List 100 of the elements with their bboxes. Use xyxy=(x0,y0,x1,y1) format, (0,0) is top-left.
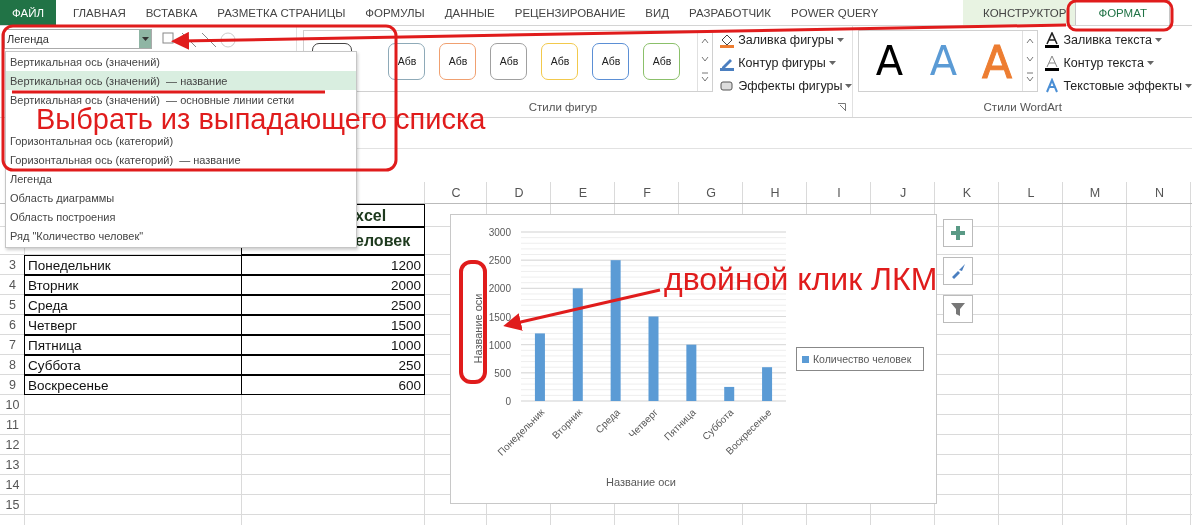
group-label: Стили WordArt xyxy=(982,101,1063,113)
row-number[interactable]: 13 xyxy=(0,455,25,474)
row-number[interactable]: 6 xyxy=(0,315,25,334)
ribbon-tab[interactable]: РАЗРАБОТЧИК xyxy=(680,0,781,25)
table-cell: 1000 xyxy=(241,335,425,355)
ribbon-tab[interactable]: КОНСТРУКТОР xyxy=(963,0,1076,25)
row-number[interactable]: 3 xyxy=(0,255,25,274)
axis-title[interactable]: Название оси xyxy=(606,476,676,488)
axis-tick-label: 0 xyxy=(505,396,511,407)
axis-tick-label: 1500 xyxy=(488,311,511,323)
shape-format-command[interactable]: Заливка фигуры xyxy=(719,31,853,49)
column-header[interactable]: M xyxy=(1063,182,1127,203)
ribbon-tab[interactable]: POWER QUERY xyxy=(782,0,888,25)
caret-icon xyxy=(836,38,844,42)
shape-format-command[interactable]: Эффекты фигуры xyxy=(719,77,853,95)
column-header[interactable]: D xyxy=(487,182,551,203)
caret-icon xyxy=(828,61,836,65)
text-format-command[interactable]: Заливка текста xyxy=(1044,31,1192,49)
ribbon-tab[interactable]: ФАЙЛ xyxy=(0,0,56,25)
bar[interactable] xyxy=(686,344,697,401)
row-number[interactable]: 11 xyxy=(0,415,25,434)
dialog-launcher-icon[interactable] xyxy=(838,103,847,111)
table-cell: Понедельник xyxy=(24,255,242,275)
column-header[interactable]: C xyxy=(425,182,487,203)
chart-styles-button[interactable] xyxy=(943,257,973,285)
caret-icon xyxy=(845,84,853,88)
axis-tick-label: 3000 xyxy=(488,227,511,238)
table-cell: 1200 xyxy=(241,255,425,275)
column-header[interactable]: H xyxy=(743,182,807,203)
shape-format-command[interactable]: Контур фигуры xyxy=(719,54,853,72)
table-cell: 1500 xyxy=(241,315,425,335)
dropdown-item[interactable]: Легенда xyxy=(6,169,356,188)
add-element-button[interactable] xyxy=(943,219,973,247)
column-header[interactable]: N xyxy=(1127,182,1192,203)
row-number[interactable]: 5 xyxy=(0,295,25,314)
shape-style-preset[interactable]: Абв xyxy=(439,42,477,80)
table-cell: Среда xyxy=(24,295,242,315)
axis-tick-label: 2500 xyxy=(488,255,511,267)
shapes-icon[interactable] xyxy=(162,30,238,50)
row-number[interactable]: 7 xyxy=(0,335,25,354)
table-cell: Суббота xyxy=(24,355,242,375)
wordart-preset[interactable]: A xyxy=(865,38,914,84)
dropdown-item[interactable]: Вертикальная ось (значений) — название xyxy=(6,71,356,90)
text-format-command[interactable]: Текстовые эффекты xyxy=(1044,77,1192,95)
column-header[interactable]: E xyxy=(551,182,615,203)
row-number[interactable]: 10 xyxy=(0,395,25,414)
row-number[interactable]: 9 xyxy=(0,375,25,394)
table-cell: 250 xyxy=(241,355,425,375)
axis-tick-label: 2000 xyxy=(488,283,511,295)
chart-filter-button[interactable] xyxy=(943,295,973,323)
row-number[interactable]: 14 xyxy=(0,475,25,494)
bar[interactable] xyxy=(762,367,773,401)
table-cell: Пятница xyxy=(24,335,242,355)
axis-title[interactable]: Название оси xyxy=(472,293,484,364)
axis-tick-label: 1000 xyxy=(488,339,511,351)
ribbon-tab[interactable]: РАЗМЕТКА СТРАНИЦЫ xyxy=(208,0,355,25)
row-number[interactable]: 4 xyxy=(0,275,25,294)
column-header[interactable]: I xyxy=(807,182,871,203)
brush-icon xyxy=(950,263,966,279)
text-outline-icon xyxy=(1044,55,1061,71)
text-fill-icon xyxy=(1044,32,1061,48)
shape-style-preset[interactable]: Абв xyxy=(541,42,579,80)
text-effects-icon xyxy=(1044,78,1061,94)
annotation-text: двойной клик ЛКМ xyxy=(664,262,938,296)
row-number[interactable]: 15 xyxy=(0,495,25,514)
ribbon-tab[interactable]: ГЛАВНАЯ xyxy=(64,0,135,25)
bar[interactable] xyxy=(648,316,659,401)
legend-label: Количество человек xyxy=(813,353,912,365)
shape-style-preset[interactable]: Абв xyxy=(490,42,528,80)
bar[interactable] xyxy=(610,260,621,401)
ribbon-tab[interactable]: ВИД xyxy=(636,0,679,25)
ribbon-tab[interactable]: ДАННЫЕ xyxy=(435,0,504,25)
column-header[interactable]: K xyxy=(935,182,999,203)
ribbon-tab[interactable]: РЕЦЕНЗИРОВАНИЕ xyxy=(505,0,635,25)
bar[interactable] xyxy=(534,333,545,401)
table-cell: 600 xyxy=(241,375,425,395)
chart-legend[interactable]: Количество человек xyxy=(796,347,924,371)
text-format-command[interactable]: Контур текста xyxy=(1044,54,1192,72)
column-header[interactable]: F xyxy=(615,182,679,203)
dropdown-item[interactable]: Горизонтальная ось (категорий) — название xyxy=(6,150,356,169)
table-cell: Вторник xyxy=(24,275,242,295)
column-header[interactable]: L xyxy=(999,182,1063,203)
bar[interactable] xyxy=(572,288,583,401)
dropdown-item[interactable]: Вертикальная ось (значений) xyxy=(6,52,356,71)
ribbon-tab[interactable]: ФОРМУЛЫ xyxy=(356,0,434,25)
column-header[interactable]: J xyxy=(871,182,935,203)
row-number[interactable]: 12 xyxy=(0,435,25,454)
row-number[interactable]: 8 xyxy=(0,355,25,374)
dropdown-item[interactable]: Область диаграммы xyxy=(6,188,356,207)
shape-style-preset[interactable]: Абв xyxy=(388,42,426,80)
ribbon-tab[interactable]: ВСТАВКА xyxy=(136,0,207,25)
filter-icon xyxy=(950,301,966,317)
bar[interactable] xyxy=(724,386,735,401)
table-cell: 2000 xyxy=(241,275,425,295)
chart-element-selector[interactable]: Легенда xyxy=(4,29,152,49)
shape-style-preset[interactable]: Абв xyxy=(643,42,681,80)
shape-effects-icon xyxy=(719,78,736,94)
caret-icon[interactable] xyxy=(141,37,149,41)
column-header[interactable]: G xyxy=(679,182,743,203)
shape-style-preset[interactable]: Абв xyxy=(592,42,630,80)
